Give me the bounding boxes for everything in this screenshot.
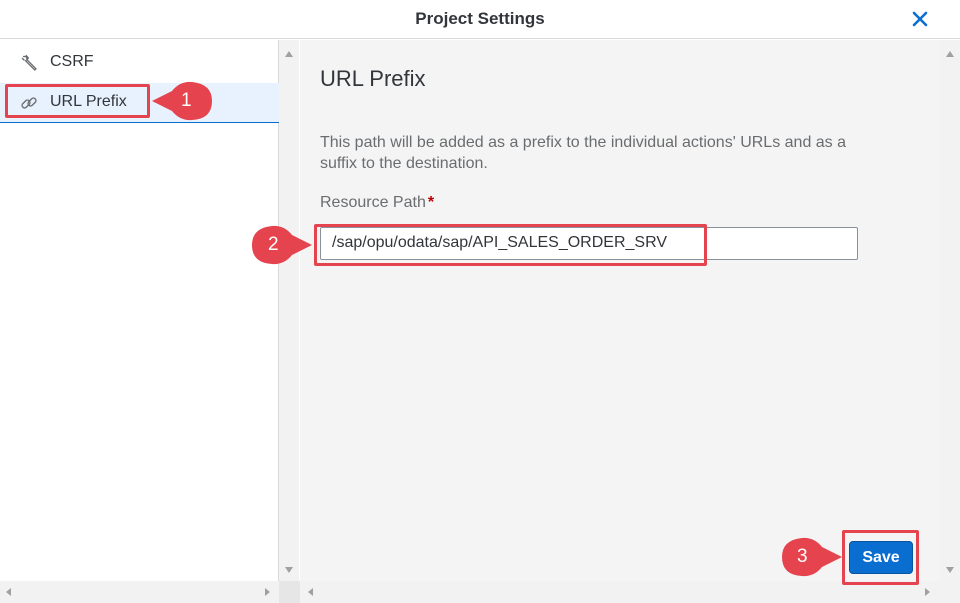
callout-badge: 3 xyxy=(778,537,844,577)
required-marker: * xyxy=(427,194,435,211)
callout-badge: 2 xyxy=(248,225,314,265)
callout-badge: 1 xyxy=(150,81,216,121)
close-icon[interactable] xyxy=(910,8,930,30)
wrench-icon xyxy=(20,54,38,72)
callout-number: 2 xyxy=(268,234,279,255)
settings-content: URL Prefix This path will be added as a … xyxy=(300,40,940,581)
resource-path-label-text: Resource Path xyxy=(320,194,426,211)
sidebar-item-label: CSRF xyxy=(50,53,94,70)
dialog-header: Project Settings xyxy=(0,0,960,39)
dialog-title: Project Settings xyxy=(415,9,545,28)
resource-path-label: Resource Path * xyxy=(320,194,434,212)
scrollbar-corner xyxy=(279,581,300,603)
sidebar-horizontal-scrollbar[interactable] xyxy=(0,581,279,603)
description-text: This path will be added as a prefix to t… xyxy=(320,134,847,172)
content-vertical-scrollbar[interactable] xyxy=(940,40,960,581)
callout-number: 1 xyxy=(181,90,192,111)
page-title: URL Prefix xyxy=(320,66,426,91)
highlight-box-save xyxy=(842,530,919,585)
sidebar-vertical-scrollbar[interactable] xyxy=(279,40,299,581)
settings-sidebar: CSRF URL Prefix xyxy=(0,40,279,581)
callout-number: 3 xyxy=(797,546,808,567)
highlight-box-url-prefix xyxy=(5,84,150,118)
sidebar-item-csrf[interactable]: CSRF xyxy=(0,43,279,83)
highlight-box-resource-path xyxy=(314,224,707,266)
